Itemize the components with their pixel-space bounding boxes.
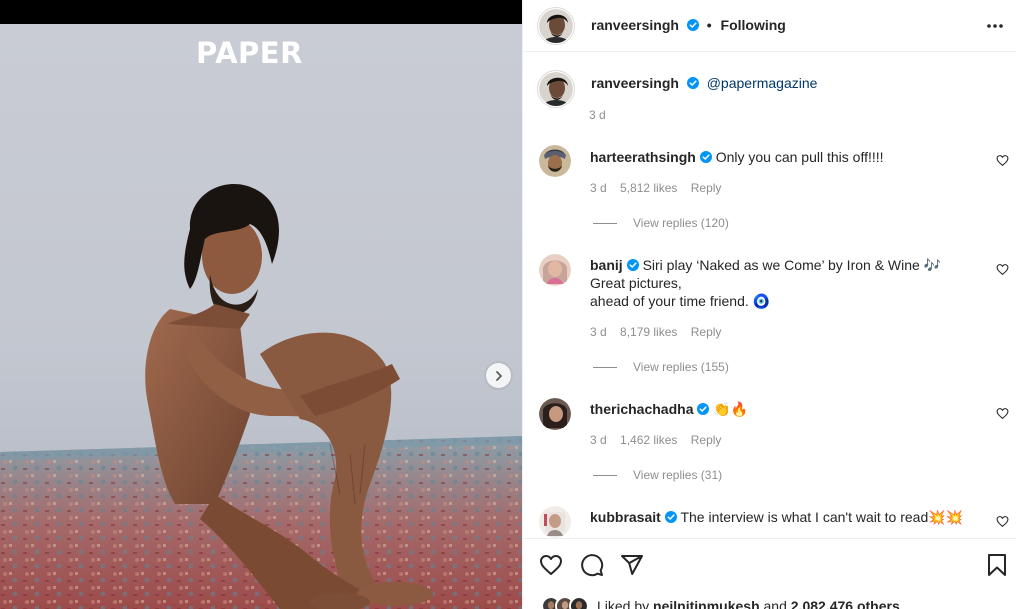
view-replies-button[interactable]: View replies (155) [593,360,729,374]
liked-by-and: and [763,598,787,609]
verified-badge-icon [686,19,699,31]
comment-icon[interactable] [580,553,604,577]
view-replies-button[interactable]: View replies (31) [593,468,722,482]
post-photo[interactable]: PAPER [0,24,522,609]
verified-badge-icon [697,403,710,415]
view-replies-button[interactable]: View replies (120) [593,216,729,230]
comment-body: harteerathsingh Only you can pull this o… [590,148,980,166]
heart-icon[interactable] [996,263,1009,276]
heart-icon[interactable] [996,407,1009,420]
verified-badge-icon [699,151,712,163]
bookmark-icon[interactable] [985,553,1009,577]
view-replies-label: View replies (120) [633,216,729,230]
heart-icon[interactable] [996,515,1009,528]
comment-text-line-2: Great pictures, [590,275,682,291]
caption-timestamp[interactable]: 3 d [589,108,606,122]
post-details-panel: ranveersingh • Following ranveersingh @p… [522,0,1016,609]
comment-meta: 3 d 8,179 likes Reply [590,325,731,339]
replies-divider-line [593,366,617,368]
author-username[interactable]: ranveersingh [591,17,679,33]
comment-text-line-1: Siri play ‘Naked as we Come’ by Iron & W… [642,257,942,273]
comment-reply-button[interactable]: Reply [691,325,722,339]
avatar[interactable] [539,398,571,430]
avatar[interactable] [539,506,571,538]
comment-username[interactable]: therichachadha [590,401,693,417]
avatar [539,72,573,106]
author-avatar-ring[interactable] [537,7,575,45]
liked-by-summary: Liked by neilnitinmukesh and 2,082,476 o… [597,598,900,609]
more-horizontal-icon[interactable] [985,16,1005,36]
comment-text: The interview is what I can't wait to re… [680,509,964,525]
liked-by-prefix: Liked by [597,598,650,609]
comment-reply-button[interactable]: Reply [691,181,722,195]
chevron-right-icon [495,370,502,381]
avatar [569,596,589,609]
comment-body: banij Siri play ‘Naked as we Come’ by Ir… [590,256,980,310]
caption-author-username[interactable]: ranveersingh [591,75,679,91]
verified-badge-icon [664,511,677,523]
liker-avatars[interactable] [541,596,597,609]
avatar[interactable] [539,145,571,177]
comment-reply-button[interactable]: Reply [691,433,722,447]
avatar [539,9,573,43]
comment-timestamp[interactable]: 3 d [590,325,607,339]
comment-body: therichachadha 👏🔥 [590,400,980,418]
comment-username[interactable]: kubbrasait [590,509,661,525]
comment-timestamp[interactable]: 3 d [590,433,607,447]
comment-text-line-3: ahead of your time friend. 🧿 [590,293,771,309]
following-button[interactable]: Following [721,17,786,33]
comment-text: Only you can pull this off!!!! [715,149,884,165]
post-header: ranveersingh • Following [523,0,1016,52]
verified-badge-icon [626,259,639,271]
replies-divider-line [593,474,617,476]
comment-likes[interactable]: 5,812 likes [620,181,677,195]
photo-scene [0,183,522,609]
caption-author-avatar-ring[interactable] [537,70,575,108]
comment-body: kubbrasait The interview is what I can't… [590,508,980,526]
magazine-logo: PAPER [196,36,303,70]
caption-mention-link[interactable]: @papermagazine [707,75,818,91]
view-replies-label: View replies (31) [633,468,723,482]
view-replies-label: View replies (155) [633,360,729,374]
top-black-bar [0,0,522,24]
comment-meta: 3 d 5,812 likes Reply [590,181,731,195]
comment-username[interactable]: banij [590,257,623,273]
send-icon[interactable] [620,553,644,577]
replies-divider-line [593,222,617,224]
heart-icon[interactable] [996,154,1009,167]
avatar[interactable] [539,254,571,286]
liked-by-user-link[interactable]: neilnitinmukesh [653,598,760,609]
caption-text: ranveersingh @papermagazine [591,75,817,91]
comment-text: 👏🔥 [713,401,749,417]
comment-likes[interactable]: 1,462 likes [620,433,677,447]
comment-likes[interactable]: 8,179 likes [620,325,677,339]
heart-icon[interactable] [539,553,563,577]
liked-by-count-link[interactable]: 2,082,476 others [791,598,900,609]
next-photo-button[interactable] [486,363,511,388]
verified-badge-icon [686,77,699,89]
comment-username[interactable]: harteerathsingh [590,149,696,165]
comment-meta: 3 d 1,462 likes Reply [590,433,731,447]
separator-dot: • [706,17,712,33]
comment-timestamp[interactable]: 3 d [590,181,607,195]
action-bar: Liked by neilnitinmukesh and 2,082,476 o… [523,538,1016,609]
header-author: ranveersingh • Following [591,17,786,33]
